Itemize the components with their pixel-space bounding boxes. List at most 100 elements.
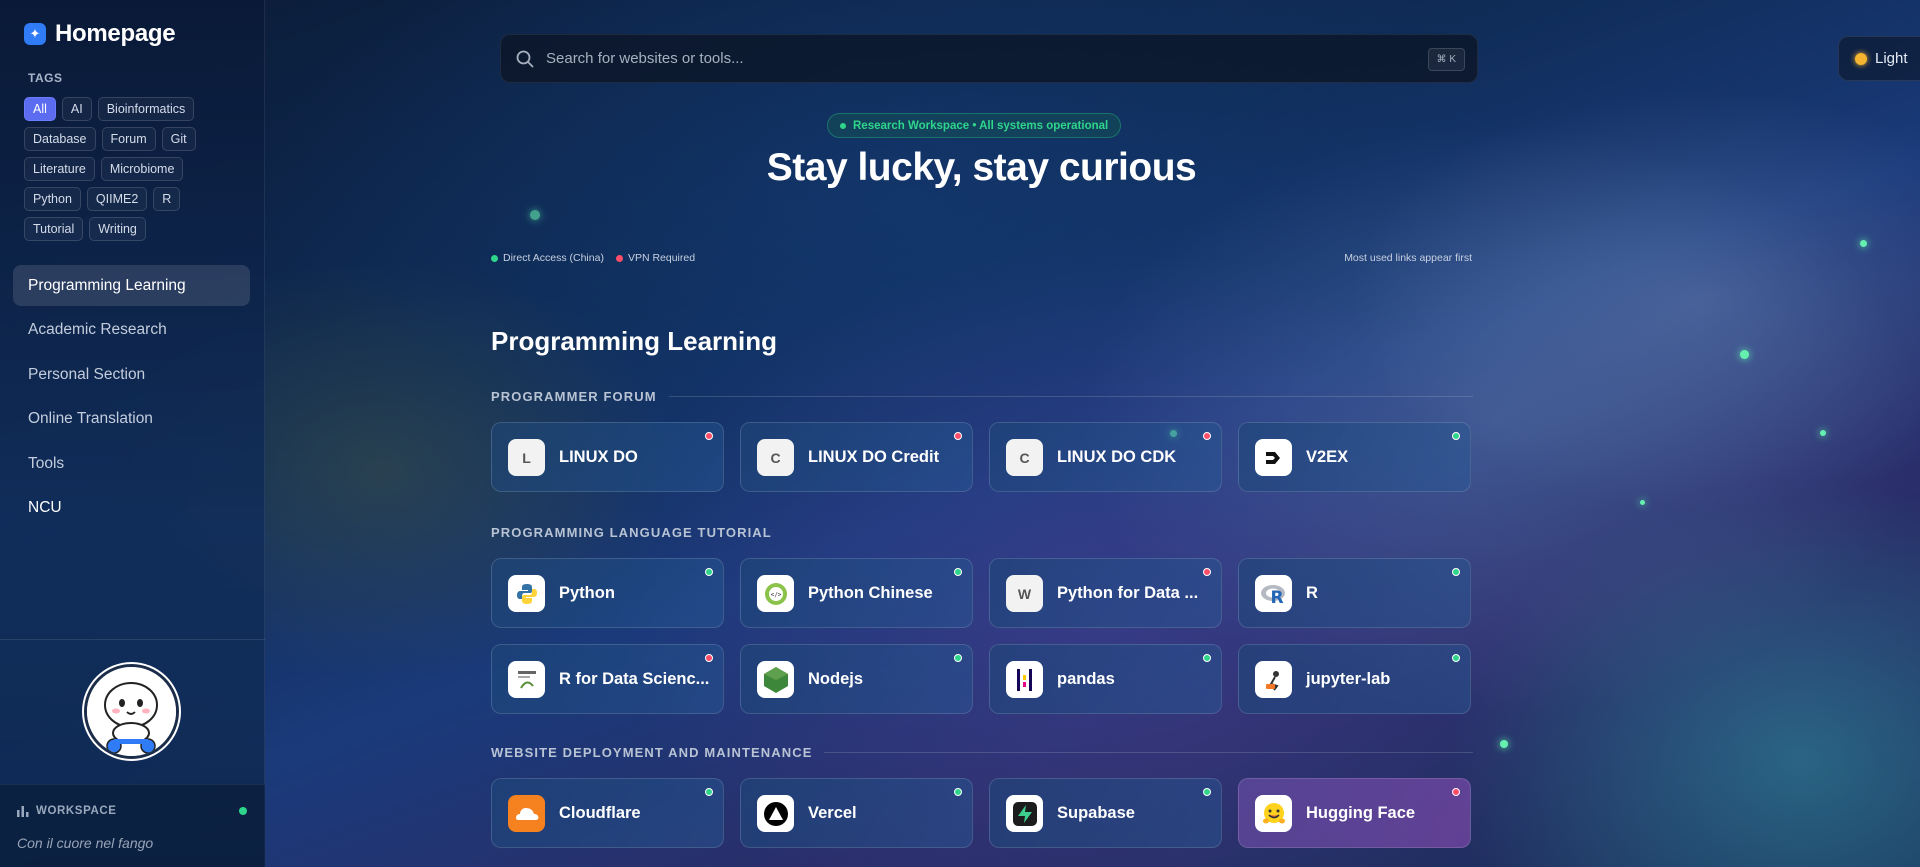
vpn-required-dot [954, 432, 962, 440]
legend-vpn-required: VPN Required [615, 252, 696, 264]
tag-all[interactable]: All [24, 97, 56, 121]
vpn-required-dot [705, 654, 713, 662]
vpn-required-dot [1452, 788, 1460, 796]
card-name: Vercel [808, 803, 857, 822]
sidebar-item-ncu[interactable]: NCU [13, 488, 250, 529]
sidebar: ✦ Homepage TAGS All AI Bioinformatics Da… [0, 0, 265, 867]
group-title-text: PROGRAMMER FORUM [491, 389, 657, 404]
workspace-title: WORKSPACE [36, 805, 117, 817]
direct-access-dot [1203, 788, 1211, 796]
direct-access-dot [1452, 432, 1460, 440]
tag-ai[interactable]: AI [61, 97, 92, 121]
search-input[interactable]: Search for websites or tools... ⌘ K [500, 34, 1478, 83]
link-card-python-for-data[interactable]: W Python for Data ... [989, 558, 1222, 628]
tag-forum[interactable]: Forum [101, 127, 156, 151]
sidebar-nav: Programming Learning Academic Research P… [13, 265, 250, 532]
link-card-v2ex[interactable]: V2EX [1238, 422, 1471, 492]
letter-c-icon: C [757, 439, 794, 476]
tag-tutorial[interactable]: Tutorial [24, 217, 84, 241]
group-title-programmer-forum: PROGRAMMER FORUM [491, 389, 1473, 404]
light-particle [1640, 500, 1645, 505]
light-particle [1860, 240, 1867, 247]
sort-hint: Most used links appear first [1344, 252, 1472, 264]
direct-access-dot [1452, 568, 1460, 576]
status-legend: Direct Access (China) VPN Required [491, 252, 695, 264]
card-name: Python Chinese [808, 583, 933, 602]
search-placeholder: Search for websites or tools... [546, 50, 744, 67]
workspace-status-dot [239, 807, 247, 815]
card-name: Python for Data ... [1057, 583, 1199, 602]
hero-title: Stay lucky, stay curious [766, 146, 1197, 189]
tag-writing[interactable]: Writing [89, 217, 146, 241]
link-card-python[interactable]: Python [491, 558, 724, 628]
link-card-r[interactable]: R R [1238, 558, 1471, 628]
link-card-supabase[interactable]: Supabase [989, 778, 1222, 848]
link-card-python-chinese[interactable]: </> Python Chinese [740, 558, 973, 628]
direct-access-dot [954, 788, 962, 796]
link-card-jupyter-lab[interactable]: jupyter-lab [1238, 644, 1471, 714]
tag-git[interactable]: Git [161, 127, 196, 151]
group-title-text: WEBSITE DEPLOYMENT AND MAINTENANCE [491, 745, 813, 760]
tag-r[interactable]: R [153, 187, 181, 211]
tag-bioinformatics[interactable]: Bioinformatics [97, 97, 195, 121]
vpn-required-dot [1203, 432, 1211, 440]
search-shortcut: ⌘ K [1427, 48, 1465, 71]
theme-toggle-button[interactable]: Light [1838, 36, 1920, 81]
pandas-logo-icon [1006, 661, 1043, 698]
direct-access-dot [1452, 654, 1460, 662]
section-title: Programming Learning [491, 326, 778, 356]
vpn-required-dot [705, 432, 713, 440]
tag-python[interactable]: Python [24, 187, 81, 211]
tag-literature[interactable]: Literature [24, 157, 95, 181]
tag-database[interactable]: Database [24, 127, 96, 151]
link-card-pandas[interactable]: pandas [989, 644, 1222, 714]
link-card-r-for-data-science[interactable]: R for Data Scienc... [491, 644, 724, 714]
card-name: LINUX DO [559, 447, 638, 466]
link-card-nodejs[interactable]: Nodejs [740, 644, 973, 714]
link-card-hugging-face[interactable]: Hugging Face [1238, 778, 1471, 848]
sparkle-icon: ✦ [24, 23, 46, 45]
card-name: LINUX DO Credit [808, 447, 940, 466]
supabase-bolt-icon [1006, 795, 1043, 832]
theme-label: Light [1875, 50, 1908, 67]
card-name: Python [559, 583, 615, 602]
card-name: R for Data Scienc... [559, 669, 710, 688]
letter-c-icon: C [1006, 439, 1043, 476]
link-card-cloudflare[interactable]: Cloudflare [491, 778, 724, 848]
avatar[interactable] [84, 664, 179, 759]
workspace-panel: WORKSPACE Con il cuore nel fango [0, 784, 265, 867]
link-card-linux-do-cdk[interactable]: C LINUX DO CDK [989, 422, 1222, 492]
sidebar-divider [0, 639, 265, 640]
letter-l-icon: L [508, 439, 545, 476]
sun-icon [1855, 52, 1867, 65]
vpn-required-dot [1203, 568, 1211, 576]
status-text: Research Workspace • All systems operati… [853, 119, 1109, 132]
legend-vpn-label: VPN Required [627, 252, 696, 264]
divider [668, 396, 1473, 397]
light-particle [1820, 430, 1826, 436]
link-card-linux-do-credit[interactable]: C LINUX DO Credit [740, 422, 973, 492]
light-particle [1500, 740, 1508, 748]
sidebar-item-academic-research[interactable]: Academic Research [13, 310, 250, 351]
card-name: pandas [1057, 669, 1115, 688]
vercel-triangle-icon [757, 795, 794, 832]
tag-qiime2[interactable]: QIIME2 [86, 187, 148, 211]
brand[interactable]: ✦ Homepage [24, 20, 176, 48]
group-title-programming-language-tutorial: PROGRAMMING LANGUAGE TUTORIAL [491, 525, 1473, 540]
card-name: Cloudflare [559, 803, 641, 822]
bar-chart-icon [17, 805, 29, 817]
sidebar-item-online-translation[interactable]: Online Translation [13, 399, 250, 440]
sidebar-item-tools[interactable]: Tools [13, 443, 250, 484]
sidebar-item-personal-section[interactable]: Personal Section [13, 354, 250, 395]
direct-access-dot [1203, 654, 1211, 662]
red-dot-icon [615, 254, 623, 262]
python-logo-icon [508, 575, 545, 612]
tag-microbiome[interactable]: Microbiome [100, 157, 184, 181]
link-card-vercel[interactable]: Vercel [740, 778, 973, 848]
sidebar-item-programming-learning[interactable]: Programming Learning [13, 265, 250, 306]
brand-title: Homepage [55, 20, 176, 47]
link-card-linux-do[interactable]: L LINUX DO [491, 422, 724, 492]
svg-text:</>: </> [770, 591, 781, 598]
cloudflare-icon [508, 795, 545, 832]
group-title-website-deployment: WEBSITE DEPLOYMENT AND MAINTENANCE [491, 745, 1473, 760]
